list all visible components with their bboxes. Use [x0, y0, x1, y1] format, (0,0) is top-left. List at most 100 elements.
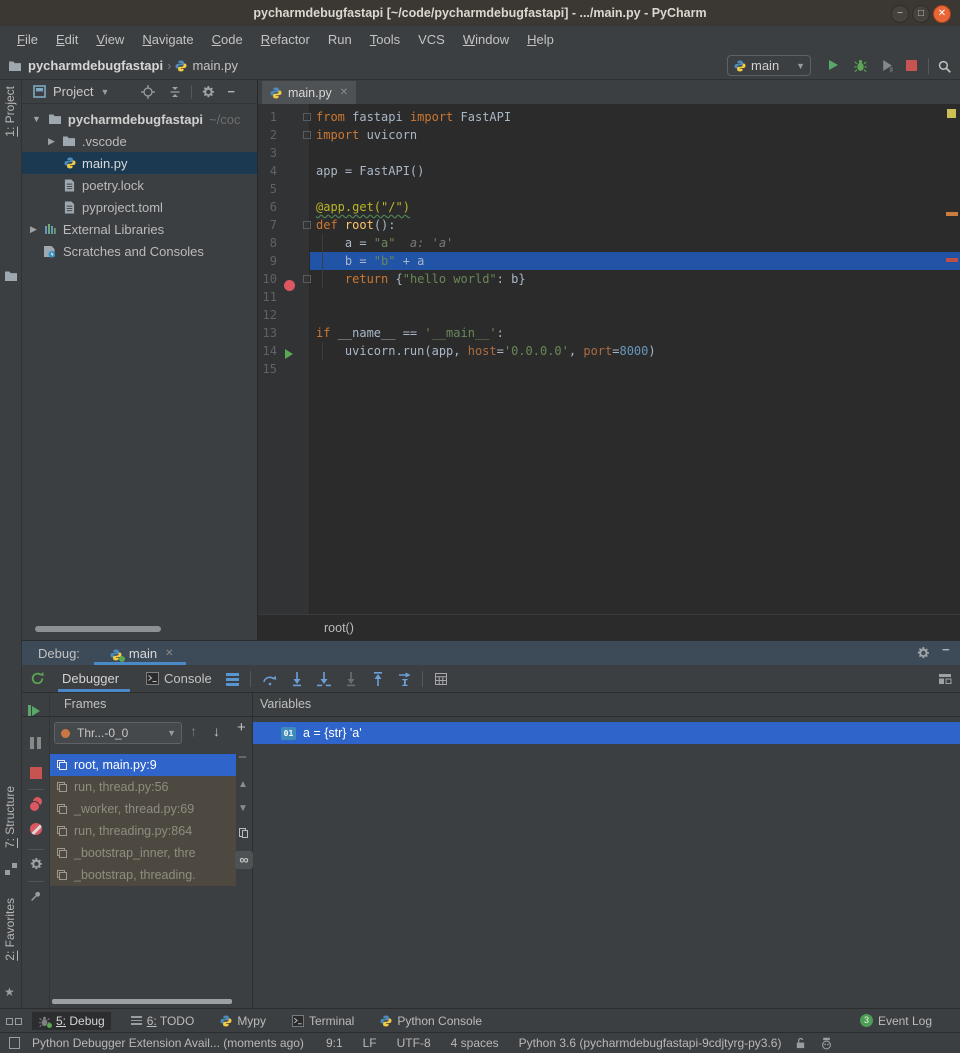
force-step-into-icon[interactable]	[316, 671, 332, 687]
minimize-icon[interactable]: −	[891, 5, 909, 23]
add-icon[interactable]: +	[237, 719, 246, 736]
stripe-tab-project[interactable]: 1: Project	[3, 86, 17, 137]
debug-settings-gear-icon[interactable]	[916, 646, 930, 660]
frame-row[interactable]: _bootstrap_inner, thre	[50, 842, 236, 864]
rerun-icon[interactable]	[30, 671, 45, 686]
stripe-corner-icon[interactable]	[6, 1013, 22, 1028]
menu-code[interactable]: Code	[203, 32, 252, 47]
caret-position[interactable]: 9:1	[326, 1036, 343, 1050]
locate-file-icon[interactable]	[141, 85, 155, 99]
tree-row-poetry-lock[interactable]: poetry.lock	[22, 174, 258, 196]
breadcrumb-file[interactable]: main.py	[192, 58, 238, 73]
breakpoint-icon[interactable]	[284, 280, 295, 291]
chevron-down-icon[interactable]: ▼	[100, 87, 109, 97]
indent-style[interactable]: 4 spaces	[451, 1036, 499, 1050]
expanded-arrow-icon[interactable]: ▼	[32, 114, 41, 124]
toolwindow-button-debug[interactable]: 5: Debug	[32, 1012, 111, 1030]
close-icon[interactable]: ✕	[933, 5, 951, 23]
debug-gear-icon[interactable]	[29, 857, 43, 871]
tab-console[interactable]: Console	[164, 671, 212, 686]
project-view-select[interactable]: Project	[53, 84, 93, 99]
menu-window[interactable]: Window	[454, 32, 518, 47]
tree-row-external-libraries[interactable]: ▶ External Libraries	[22, 218, 258, 240]
breadcrumb-project[interactable]: pycharmdebugfastapi	[28, 58, 163, 73]
python-interpreter[interactable]: Python 3.6 (pycharmdebugfastapi-9cdjtyrg…	[519, 1036, 782, 1050]
frame-row[interactable]: _bootstrap, threading.	[50, 864, 236, 886]
close-session-icon[interactable]: ✕	[165, 648, 173, 659]
tree-row-scratches[interactable]: Scratches and Consoles	[22, 240, 258, 262]
menu-navigate[interactable]: Navigate	[133, 32, 202, 47]
scrollbar-marker-orange[interactable]	[946, 212, 958, 216]
tree-row-mainpy-selected[interactable]: main.py	[22, 152, 258, 174]
threads-view-icon[interactable]	[226, 673, 239, 686]
project-stripe-icon[interactable]	[4, 270, 18, 282]
write-access-lock-icon[interactable]	[795, 1037, 806, 1050]
frame-row[interactable]: run, threading.py:864	[50, 820, 236, 842]
run-gutter-icon[interactable]	[285, 349, 293, 359]
run-configuration-select[interactable]: main ▼	[727, 55, 811, 76]
title-bar[interactable]: pycharmdebugfastapi [~/code/pycharmdebug…	[0, 0, 960, 27]
menu-vcs[interactable]: VCS	[409, 32, 454, 47]
stripe-tab-favorites[interactable]: 2: Favorites	[3, 898, 17, 961]
copy-frames-icon[interactable]	[238, 827, 250, 839]
toolwindow-button-todo[interactable]: 6: TODO	[125, 1012, 201, 1030]
file-encoding[interactable]: UTF-8	[397, 1036, 431, 1050]
frame-row[interactable]: _worker, thread.py:69	[50, 798, 236, 820]
status-message[interactable]: Python Debugger Extension Avail... (mome…	[32, 1036, 304, 1050]
event-log-button[interactable]: 3 Event Log	[854, 1012, 938, 1030]
watch-return-values-toggle[interactable]: ∞	[235, 851, 253, 869]
tab-debugger[interactable]: Debugger	[62, 671, 119, 686]
editor-tab-mainpy[interactable]: main.py ✕	[262, 81, 356, 104]
toolwindow-toggle-icon[interactable]	[9, 1037, 20, 1049]
menu-run[interactable]: Run	[319, 32, 361, 47]
frame-down-icon[interactable]: ↓	[213, 723, 220, 739]
collapsed-arrow-icon[interactable]: ▶	[48, 136, 55, 147]
tree-row-project-root[interactable]: ▼ pycharmdebugfastapi ~/coc	[22, 108, 258, 130]
run-to-cursor-icon[interactable]	[397, 671, 413, 687]
menu-tools[interactable]: Tools	[361, 32, 409, 47]
collapse-all-icon[interactable]	[169, 86, 181, 98]
toolwindow-button-python-console[interactable]: Python Console	[374, 1012, 488, 1030]
frames-horizontal-scrollbar[interactable]	[52, 999, 232, 1004]
pause-program-icon[interactable]	[30, 737, 41, 749]
move-up-icon[interactable]: ▲	[238, 779, 248, 790]
line-separator[interactable]: LF	[363, 1036, 377, 1050]
code-content[interactable]: from fastapi import FastAPI import uvico…	[310, 104, 946, 614]
hide-debug-panel-icon[interactable]: −	[942, 642, 950, 657]
toolwindow-button-terminal[interactable]: Terminal	[286, 1012, 360, 1030]
scrollbar-marker-yellow[interactable]	[947, 109, 956, 118]
search-everywhere-icon[interactable]	[937, 59, 952, 74]
frame-up-icon[interactable]: ↑	[190, 723, 197, 739]
stripe-tab-structure[interactable]: 7: Structure	[3, 786, 17, 848]
maximize-icon[interactable]: □	[912, 5, 930, 23]
project-settings-gear-icon[interactable]	[201, 85, 215, 99]
structure-icon[interactable]	[5, 863, 17, 878]
favorites-star-icon[interactable]: ★	[4, 985, 15, 999]
menu-refactor[interactable]: Refactor	[252, 32, 319, 47]
thread-selector[interactable]: Thr...-0_0 ▼	[54, 722, 182, 744]
horizontal-scrollbar[interactable]	[35, 626, 161, 632]
menu-edit[interactable]: Edit	[47, 32, 87, 47]
pin-tab-icon[interactable]	[29, 889, 43, 903]
close-tab-icon[interactable]: ✕	[340, 87, 348, 98]
move-down-icon[interactable]: ▼	[238, 803, 248, 814]
mute-breakpoints-icon[interactable]	[30, 823, 42, 835]
step-into-my-code-icon[interactable]	[343, 671, 359, 687]
tree-row-vscode[interactable]: ▶ .vscode	[22, 130, 258, 152]
tree-row-pyproject-toml[interactable]: pyproject.toml	[22, 196, 258, 218]
context-breadcrumb[interactable]: root()	[324, 621, 354, 635]
scrollbar-marker-red[interactable]	[946, 258, 958, 262]
step-out-icon[interactable]	[370, 671, 386, 687]
step-into-icon[interactable]	[289, 671, 305, 687]
toolwindow-button-mypy[interactable]: Mypy	[214, 1012, 272, 1030]
stop-icon[interactable]	[30, 767, 42, 779]
hide-panel-icon[interactable]: −	[227, 84, 235, 99]
frame-row-selected[interactable]: root, main.py:9	[50, 754, 236, 776]
menu-file[interactable]: File	[8, 32, 47, 47]
evaluate-expression-icon[interactable]	[434, 672, 448, 686]
frame-row[interactable]: run, thread.py:56	[50, 776, 236, 798]
resume-program-icon[interactable]	[28, 705, 40, 716]
step-over-icon[interactable]	[262, 671, 278, 687]
layout-settings-icon[interactable]	[938, 672, 952, 686]
stop-button[interactable]	[906, 60, 917, 71]
